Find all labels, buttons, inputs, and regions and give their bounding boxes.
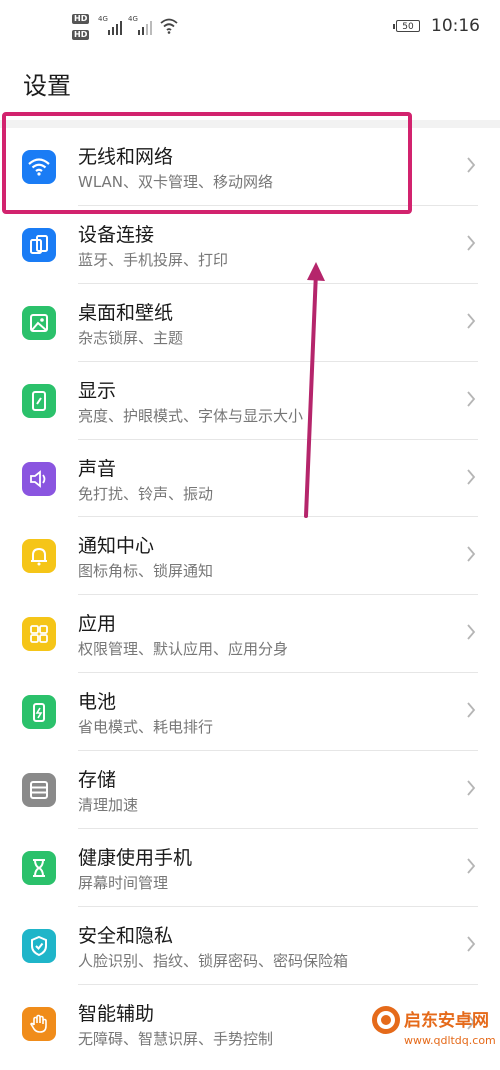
battery-icon xyxy=(22,695,56,730)
chevron-right-icon xyxy=(466,935,476,953)
settings-item-title: 安全和隐私 xyxy=(78,924,174,947)
settings-item-subtitle: 省电模式、耗电排行 xyxy=(78,718,214,737)
settings-item-title: 健康使用手机 xyxy=(78,847,193,870)
page-title: 设置 xyxy=(23,72,71,100)
chevron-right-icon xyxy=(466,779,476,797)
settings-item-subtitle: 权限管理、默认应用、应用分身 xyxy=(78,640,289,659)
settings-item-subtitle: 蓝牙、手机投屏、打印 xyxy=(78,250,229,269)
apps-grid-icon xyxy=(22,617,56,652)
settings-item-title: 存储 xyxy=(78,769,117,792)
hourglass-icon xyxy=(22,851,56,886)
hd-badge: HD xyxy=(72,14,90,24)
device-link-icon xyxy=(22,227,56,262)
display-icon xyxy=(22,383,56,418)
settings-item-subtitle: 图标角标、锁屏通知 xyxy=(78,562,214,581)
chevron-right-icon xyxy=(466,312,476,330)
speaker-icon xyxy=(22,461,56,496)
settings-item-title: 应用 xyxy=(78,613,117,636)
settings-item-2[interactable]: 设备连接蓝牙、手机投屏、打印 xyxy=(0,206,500,284)
wifi-status-icon xyxy=(160,18,178,34)
settings-item-subtitle: 屏幕时间管理 xyxy=(78,874,169,893)
chevron-right-icon xyxy=(466,701,476,719)
settings-item-7[interactable]: 应用权限管理、默认应用、应用分身 xyxy=(0,595,500,674)
settings-item-title: 设备连接 xyxy=(78,223,155,246)
settings-item-subtitle: 无障碍、智慧识屏、手势控制 xyxy=(78,1029,274,1048)
chevron-right-icon xyxy=(466,234,476,252)
chevron-right-icon xyxy=(466,156,476,174)
settings-list: 无线和网络 WLAN、双卡管理、移动网络 设备连接 蓝牙、手机投屏、打印 桌面和壁纸 杂志… xyxy=(0,128,500,1063)
watermark: 启东安卓网 www.qdltdq.com xyxy=(366,1000,496,1066)
chevron-right-icon xyxy=(466,545,476,563)
settings-item-8[interactable]: 电池省电模式、耗电排行 xyxy=(0,673,500,752)
chevron-right-icon xyxy=(466,857,476,875)
highlight-box xyxy=(2,112,412,214)
shield-icon xyxy=(22,928,56,963)
settings-item-title: 电池 xyxy=(78,691,117,714)
clock: 10:16 xyxy=(431,16,480,36)
chevron-right-icon xyxy=(466,468,476,486)
settings-item-subtitle: 免打扰、铃声、振动 xyxy=(78,484,214,503)
battery-indicator: 50 xyxy=(393,20,420,32)
settings-item-4[interactable]: 显示亮度、护眼模式、字体与显示大小 xyxy=(0,362,500,440)
watermark-name: 启东安卓网 xyxy=(404,1011,489,1031)
settings-item-3[interactable]: 桌面和壁纸杂志锁屏、主题 xyxy=(0,284,500,362)
settings-item-subtitle: 亮度、护眼模式、字体与显示大小 xyxy=(78,406,304,425)
settings-item-title: 显示 xyxy=(78,379,117,402)
bell-icon xyxy=(22,539,56,574)
settings-item-subtitle: 杂志锁屏、主题 xyxy=(78,328,184,347)
wallpaper-icon xyxy=(22,305,56,340)
settings-item-title: 声音 xyxy=(78,457,117,480)
storage-icon xyxy=(22,773,56,808)
watermark-url: www.qdltdq.com xyxy=(404,1034,496,1047)
settings-item-10[interactable]: 健康使用手机屏幕时间管理 xyxy=(0,829,500,907)
settings-item-subtitle: 人脸识别、指纹、锁屏密码、密码保险箱 xyxy=(78,951,349,970)
settings-item-title: 通知中心 xyxy=(78,535,155,558)
settings-item-9[interactable]: 存储 清理加速 xyxy=(0,751,500,830)
settings-item-6[interactable]: 通知中心图标角标、锁屏通知 xyxy=(0,517,500,596)
chevron-right-icon xyxy=(466,390,476,408)
settings-item-title: 智能辅助 xyxy=(78,1002,155,1025)
annotation-arrow xyxy=(304,262,325,518)
watermark-logo-icon xyxy=(372,1006,400,1034)
status-bar: HD HD 4G 4G 50 10:16 xyxy=(72,14,480,40)
settings-item-subtitle: 清理加速 xyxy=(78,796,139,815)
hd-badge: HD xyxy=(72,30,90,40)
chevron-right-icon xyxy=(466,623,476,641)
settings-item-5[interactable]: 声音免打扰、铃声、振动 xyxy=(0,440,500,518)
settings-item-title: 桌面和壁纸 xyxy=(78,301,174,324)
settings-item-11[interactable]: 安全和隐私人脸识别、指纹、锁屏密码、密码保险箱 xyxy=(0,907,500,985)
hand-icon xyxy=(22,1006,56,1041)
